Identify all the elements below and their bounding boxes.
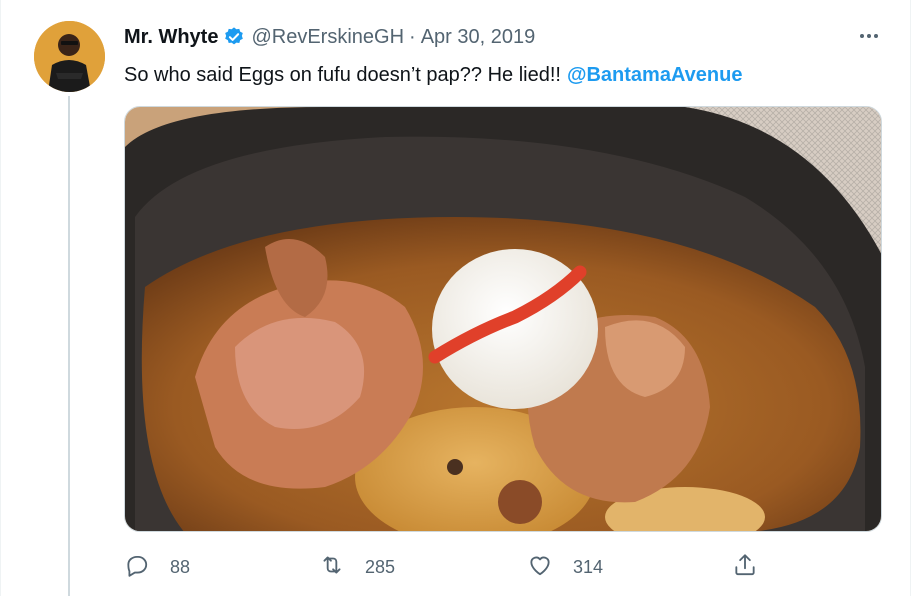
- retweet-count: 285: [365, 556, 396, 577]
- tweet-header: Mr. Whyte @RevErskineGH · Apr 30, 2019: [124, 24, 535, 50]
- tweet-date[interactable]: Apr 30, 2019: [421, 26, 536, 49]
- share-button[interactable]: [732, 550, 758, 584]
- mention-link[interactable]: @BantamaAvenue: [567, 64, 742, 86]
- reply-button[interactable]: 88: [124, 550, 190, 584]
- tweet-photo[interactable]: [124, 106, 882, 532]
- display-name[interactable]: Mr. Whyte: [124, 26, 218, 49]
- like-button[interactable]: 314: [527, 550, 603, 584]
- heart-icon: [527, 552, 553, 583]
- food-photo: [125, 107, 881, 531]
- share-icon: [732, 552, 758, 583]
- more-options-icon[interactable]: [854, 26, 884, 46]
- avatar[interactable]: [34, 21, 105, 92]
- user-handle[interactable]: @RevErskineGH: [251, 26, 404, 49]
- like-count: 314: [573, 556, 604, 577]
- verified-badge-icon: [223, 26, 245, 48]
- separator-dot: ·: [409, 25, 416, 48]
- tweet-text: So who said Eggs on fufu doesn’t pap?? H…: [124, 62, 742, 88]
- tweet-card[interactable]: Mr. Whyte @RevErskineGH · Apr 30, 2019 S…: [0, 0, 911, 596]
- thread-line: [68, 96, 70, 596]
- reply-count: 88: [170, 556, 191, 577]
- retweet-icon: [319, 552, 345, 583]
- reply-icon: [124, 552, 150, 583]
- tweet-body: So who said Eggs on fufu doesn’t pap?? H…: [124, 64, 561, 86]
- retweet-button[interactable]: 285: [319, 550, 395, 584]
- action-bar: 88 285 314: [124, 550, 882, 584]
